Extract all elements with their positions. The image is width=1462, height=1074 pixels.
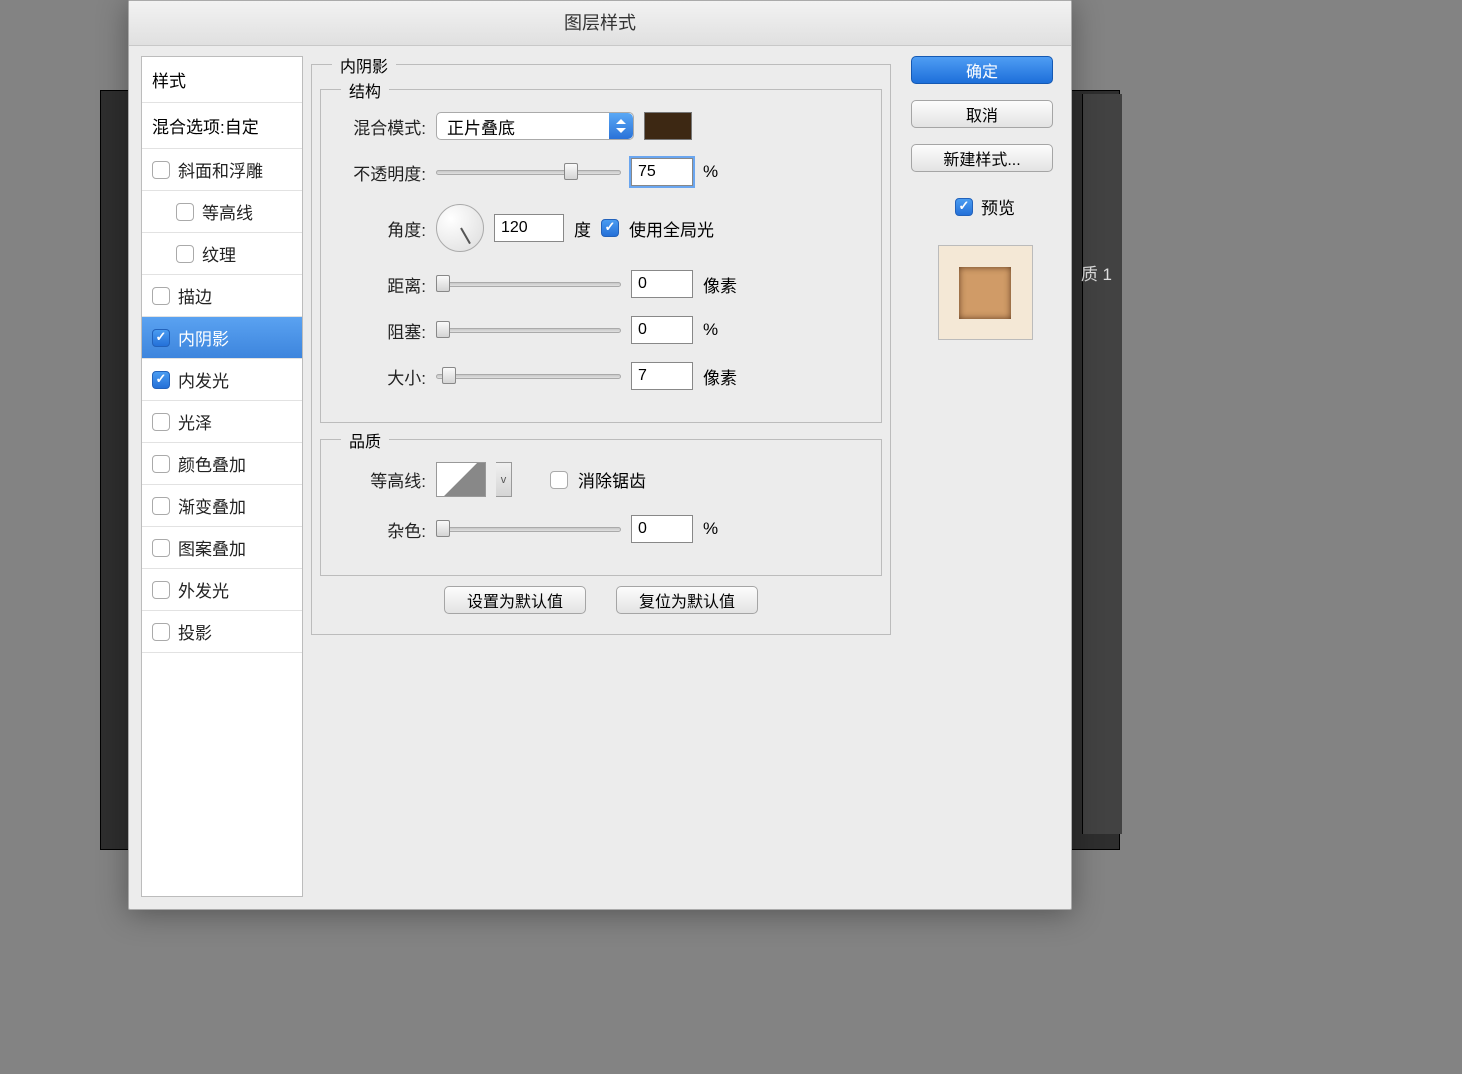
style-list-item[interactable]: 渐变叠加 (142, 485, 302, 527)
style-list-item[interactable]: 光泽 (142, 401, 302, 443)
style-item-label: 光泽 (178, 409, 212, 434)
antialiased-label: 消除锯齿 (578, 467, 646, 492)
distance-input[interactable] (631, 270, 693, 298)
inner-shadow-fieldset: 内阴影 结构 混合模式: 正片叠底 不透 (311, 64, 891, 635)
new-style-button[interactable]: 新建样式... (911, 144, 1053, 172)
blend-mode-label: 混合模式: (331, 114, 426, 139)
style-item-label: 投影 (178, 619, 212, 644)
style-item-label: 内阴影 (178, 325, 229, 350)
style-list-item[interactable]: 内发光 (142, 359, 302, 401)
preview-thumbnail (938, 245, 1033, 340)
contour-picker[interactable] (436, 462, 486, 497)
style-list-item[interactable]: 颜色叠加 (142, 443, 302, 485)
blending-options-item[interactable]: 混合选项:自定 (142, 103, 302, 149)
opacity-unit: % (703, 162, 747, 182)
quality-legend: 品质 (341, 428, 389, 452)
angle-input[interactable] (494, 214, 564, 242)
style-item-label: 描边 (178, 283, 212, 308)
contour-label: 等高线: (331, 467, 426, 492)
ok-button[interactable]: 确定 (911, 56, 1053, 84)
size-input[interactable] (631, 362, 693, 390)
opacity-input[interactable] (631, 158, 693, 186)
size-label: 大小: (331, 364, 426, 389)
style-list-item[interactable]: 投影 (142, 611, 302, 653)
style-item-checkbox[interactable] (176, 245, 194, 263)
dialog-title: 图层样式 (129, 1, 1071, 46)
distance-slider[interactable] (436, 277, 621, 291)
choke-input[interactable] (631, 316, 693, 344)
distance-unit: 像素 (703, 272, 747, 297)
quality-fieldset: 品质 等高线: v 消除锯齿 杂色: (320, 439, 882, 576)
noise-slider[interactable] (436, 522, 621, 536)
noise-unit: % (703, 519, 747, 539)
set-default-button[interactable]: 设置为默认值 (444, 586, 586, 614)
blend-mode-select[interactable]: 正片叠底 (436, 112, 634, 140)
global-light-label: 使用全局光 (629, 216, 714, 241)
background-panel-text: 质 1 (1081, 260, 1112, 285)
style-list-item[interactable]: 内阴影 (142, 317, 302, 359)
style-item-checkbox[interactable] (152, 371, 170, 389)
opacity-slider[interactable] (436, 165, 621, 179)
antialiased-checkbox[interactable] (550, 471, 568, 489)
global-light-checkbox[interactable] (601, 219, 619, 237)
style-item-label: 内发光 (178, 367, 229, 392)
style-list-item[interactable]: 外发光 (142, 569, 302, 611)
style-item-checkbox[interactable] (152, 539, 170, 557)
blend-mode-value: 正片叠底 (447, 114, 515, 139)
styles-list: 样式 混合选项:自定 斜面和浮雕等高线纹理描边内阴影内发光光泽颜色叠加渐变叠加图… (141, 56, 303, 897)
app-side-panel (1082, 94, 1122, 834)
preview-inner-icon (959, 267, 1011, 319)
reset-default-button[interactable]: 复位为默认值 (616, 586, 758, 614)
preview-checkbox[interactable] (955, 198, 973, 216)
style-item-checkbox[interactable] (152, 413, 170, 431)
style-item-checkbox[interactable] (152, 161, 170, 179)
noise-input[interactable] (631, 515, 693, 543)
style-item-label: 纹理 (202, 241, 236, 266)
choke-slider[interactable] (436, 323, 621, 337)
style-item-checkbox[interactable] (152, 581, 170, 599)
style-item-label: 渐变叠加 (178, 493, 246, 518)
choke-unit: % (703, 320, 747, 340)
style-item-checkbox[interactable] (152, 287, 170, 305)
style-item-checkbox[interactable] (152, 329, 170, 347)
opacity-label: 不透明度: (331, 160, 426, 185)
style-item-label: 图案叠加 (178, 535, 246, 560)
style-list-item[interactable]: 图案叠加 (142, 527, 302, 569)
style-item-checkbox[interactable] (152, 623, 170, 641)
section-legend: 内阴影 (332, 53, 396, 77)
style-item-checkbox[interactable] (176, 203, 194, 221)
structure-fieldset: 结构 混合模式: 正片叠底 不透明度: (320, 89, 882, 423)
size-unit: 像素 (703, 364, 747, 389)
style-item-label: 颜色叠加 (178, 451, 246, 476)
style-item-checkbox[interactable] (152, 497, 170, 515)
noise-label: 杂色: (331, 517, 426, 542)
cancel-button[interactable]: 取消 (911, 100, 1053, 128)
style-item-label: 等高线 (202, 199, 253, 224)
shadow-color-swatch[interactable] (644, 112, 692, 140)
structure-legend: 结构 (341, 78, 389, 102)
size-slider[interactable] (436, 369, 621, 383)
style-list-item[interactable]: 斜面和浮雕 (142, 149, 302, 191)
styles-list-header[interactable]: 样式 (142, 57, 302, 103)
style-item-label: 斜面和浮雕 (178, 157, 263, 182)
chevron-updown-icon (609, 113, 633, 139)
preview-label: 预览 (981, 194, 1015, 219)
choke-label: 阻塞: (331, 318, 426, 343)
contour-dropdown-button[interactable]: v (496, 462, 512, 497)
distance-label: 距离: (331, 272, 426, 297)
style-list-item[interactable]: 描边 (142, 275, 302, 317)
style-item-checkbox[interactable] (152, 455, 170, 473)
angle-label: 角度: (331, 216, 426, 241)
angle-dial[interactable] (436, 204, 484, 252)
dialog-button-column: 确定 取消 新建样式... 预览 (899, 56, 1059, 897)
layer-style-dialog: 图层样式 样式 混合选项:自定 斜面和浮雕等高线纹理描边内阴影内发光光泽颜色叠加… (128, 0, 1072, 910)
settings-panel: 内阴影 结构 混合模式: 正片叠底 不透 (303, 56, 899, 897)
style-list-item[interactable]: 纹理 (142, 233, 302, 275)
style-item-label: 外发光 (178, 577, 229, 602)
style-list-item[interactable]: 等高线 (142, 191, 302, 233)
angle-unit: 度 (574, 216, 591, 241)
